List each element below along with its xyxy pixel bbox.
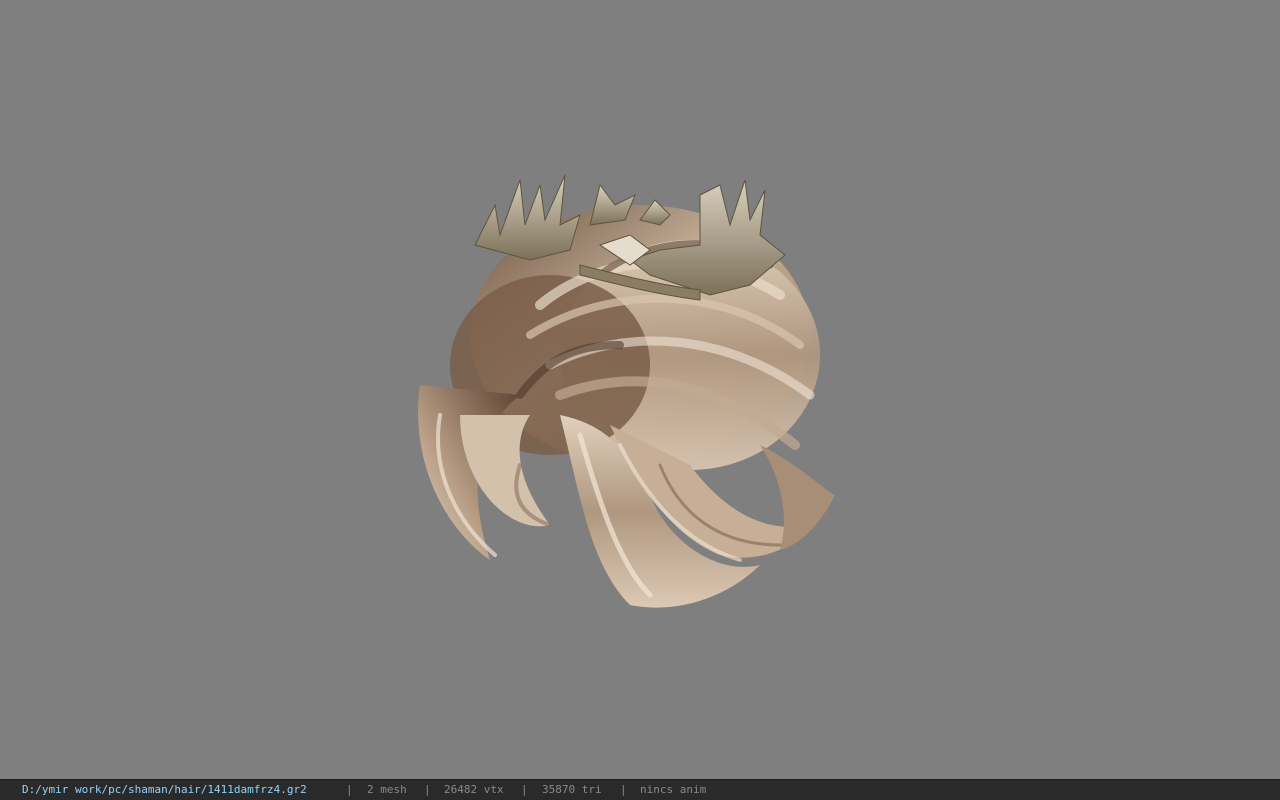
vertex-count-label: 26482 vtx — [444, 783, 504, 796]
mesh-count-label: 2 mesh — [367, 783, 407, 796]
triangle-count-label: 35870 tri — [542, 783, 602, 796]
separator: | — [620, 783, 627, 796]
animation-status-label: nincs anim — [640, 783, 707, 796]
separator: | — [521, 783, 528, 796]
file-path-label: D:/ymir work/pc/shaman/hair/1411damfrz4.… — [22, 783, 307, 796]
status-bar: D:/ymir work/pc/shaman/hair/1411damfrz4.… — [0, 779, 1280, 800]
3d-viewport[interactable] — [0, 0, 1280, 779]
separator: | — [424, 783, 431, 796]
separator: | — [346, 783, 353, 796]
hair-model-render[interactable] — [400, 165, 850, 620]
